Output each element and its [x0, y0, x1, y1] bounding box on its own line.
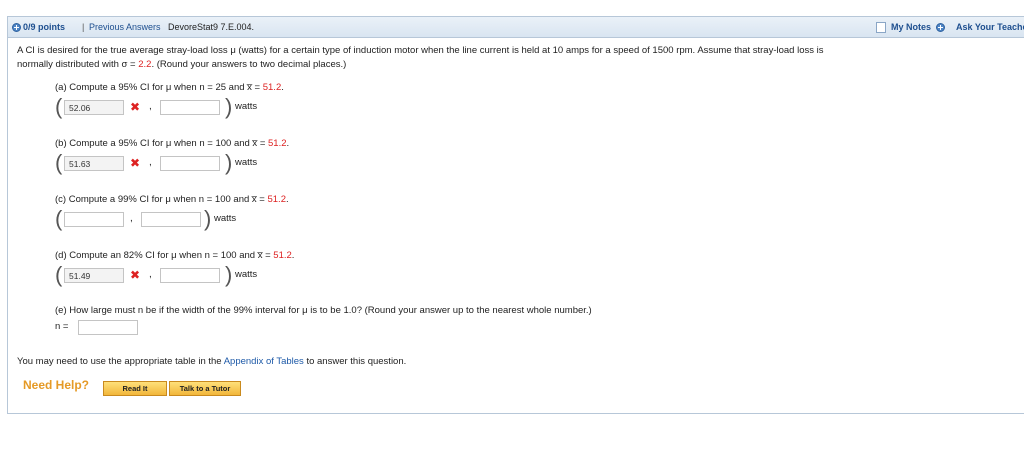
- problem-line-2-end: . (Round your answers to two decimal pla…: [151, 59, 347, 70]
- part-d-end: .: [291, 250, 295, 261]
- open-paren: (: [55, 262, 63, 287]
- part-b: (b) Compute a 95% CI for μ when n = 100 …: [55, 138, 455, 178]
- part-a-unit: watts: [235, 101, 258, 112]
- part-d-question: (d) Compute an 82% CI for μ when n = 100…: [55, 250, 455, 261]
- open-paren: (: [55, 94, 63, 119]
- part-d-upper-input[interactable]: [160, 268, 220, 283]
- part-a-label: (a) Compute a 95% CI for μ when n = 25 a…: [55, 82, 263, 93]
- comma-separator: ,: [149, 101, 152, 112]
- part-d-unit: watts: [235, 269, 258, 280]
- appendix-note-end: to answer this question.: [303, 356, 407, 367]
- need-help-label: Need Help?: [23, 378, 90, 392]
- my-notes-link[interactable]: My Notes: [891, 17, 931, 38]
- part-e-question: (e) How large must n be if the width of …: [55, 305, 592, 316]
- part-b-question: (b) Compute a 95% CI for μ when n = 100 …: [55, 138, 455, 149]
- part-c-upper-input[interactable]: [141, 212, 201, 227]
- part-a: (a) Compute a 95% CI for μ when n = 25 a…: [55, 82, 455, 122]
- ask-teacher-plus-icon[interactable]: [936, 23, 945, 32]
- close-paren: ): [225, 262, 233, 287]
- n-label: n =: [55, 321, 69, 332]
- open-paren: (: [55, 150, 63, 175]
- part-b-label: (b) Compute a 95% CI for μ when n = 100 …: [55, 138, 269, 149]
- question-id: DevoreStat9 7.E.004.: [168, 22, 255, 32]
- comma-separator: ,: [130, 213, 133, 224]
- part-c-unit: watts: [214, 213, 237, 224]
- part-b-lower-input[interactable]: [64, 156, 124, 171]
- talk-to-tutor-button[interactable]: Talk to a Tutor: [169, 381, 241, 396]
- header-separator: |: [82, 22, 85, 32]
- part-a-lower-input[interactable]: [64, 100, 124, 115]
- comma-separator: ,: [149, 157, 152, 168]
- problem-line-2-text: normally distributed with σ =: [17, 59, 139, 70]
- close-paren: ): [204, 206, 212, 231]
- problem-line-1: A CI is desired for the true average str…: [17, 45, 824, 56]
- open-paren: (: [55, 206, 63, 231]
- part-a-end: .: [281, 82, 284, 93]
- incorrect-x-icon: ✖: [130, 100, 141, 114]
- appendix-link[interactable]: Appendix of Tables: [224, 356, 304, 367]
- part-c-xbar: 51.2: [267, 194, 286, 205]
- close-paren: ): [225, 150, 233, 175]
- close-paren: ): [225, 94, 233, 119]
- problem-line-2: normally distributed with σ = 2.2. (Roun…: [17, 58, 1012, 72]
- incorrect-x-icon: ✖: [130, 156, 141, 170]
- appendix-note-text: You may need to use the appropriate tabl…: [17, 356, 224, 367]
- question-header-bar: 0/9 points | Previous Answers DevoreStat…: [8, 17, 1024, 38]
- part-b-xbar: 51.2: [268, 138, 287, 149]
- notes-icon[interactable]: [876, 22, 886, 33]
- part-e-n-input[interactable]: [78, 320, 138, 335]
- part-d-label: (d) Compute an 82% CI for μ when n = 100…: [55, 250, 274, 261]
- read-it-button[interactable]: Read It: [103, 381, 167, 396]
- part-c-label: (c) Compute a 99% CI for μ when n = 100 …: [55, 194, 268, 205]
- part-d-xbar: 51.2: [273, 250, 292, 261]
- part-a-upper-input[interactable]: [160, 100, 220, 115]
- sigma-value: 2.2: [138, 59, 152, 70]
- part-c-end: .: [285, 194, 289, 205]
- part-c: (c) Compute a 99% CI for μ when n = 100 …: [55, 194, 455, 234]
- expand-plus-icon[interactable]: [12, 23, 21, 32]
- part-c-lower-input[interactable]: [64, 212, 124, 227]
- appendix-note: You may need to use the appropriate tabl…: [17, 355, 1012, 369]
- incorrect-x-icon: ✖: [130, 268, 141, 282]
- part-c-question: (c) Compute a 99% CI for μ when n = 100 …: [55, 194, 455, 205]
- part-e: (e) How large must n be if the width of …: [55, 305, 755, 335]
- problem-statement: A CI is desired for the true average str…: [17, 44, 1012, 72]
- previous-answers-link[interactable]: Previous Answers: [89, 17, 161, 38]
- part-a-question: (a) Compute a 95% CI for μ when n = 25 a…: [55, 82, 455, 93]
- comma-separator: ,: [149, 269, 152, 280]
- part-d: (d) Compute an 82% CI for μ when n = 100…: [55, 250, 455, 290]
- part-b-upper-input[interactable]: [160, 156, 220, 171]
- part-b-end: .: [286, 138, 290, 149]
- part-a-xbar: 51.2: [262, 82, 282, 93]
- points-label: 0/9 points: [23, 22, 66, 32]
- part-d-lower-input[interactable]: [64, 268, 124, 283]
- part-b-unit: watts: [235, 157, 258, 168]
- ask-teacher-link[interactable]: Ask Your Teacher: [956, 17, 1024, 38]
